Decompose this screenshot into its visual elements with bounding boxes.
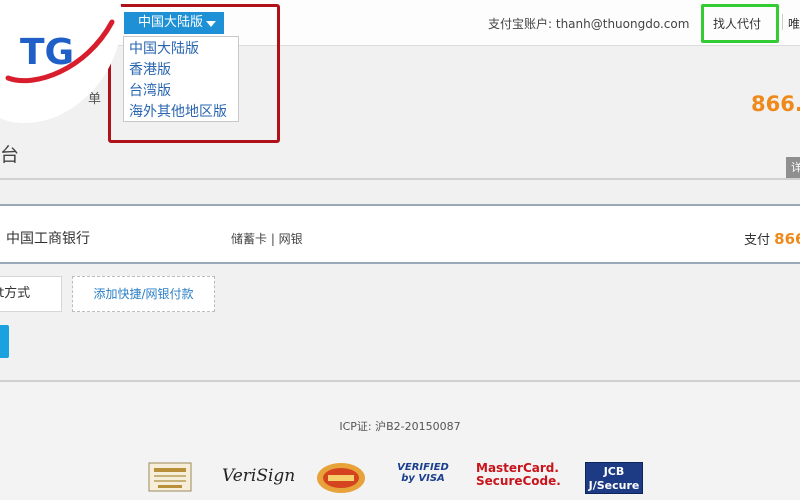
jcb-jsecure-logo: JCB J/Secure: [585, 462, 643, 494]
friend-pay-highlight: [701, 4, 779, 43]
tg-logo-icon: TG: [0, 0, 122, 123]
bank-card-type: 储蓄卡 | 网银: [231, 232, 303, 246]
pay-value: 866: [774, 230, 800, 248]
mastercard-securecode-logo: MasterCard. SecureCode.: [476, 461, 561, 488]
icp-license: ICP证: 沪B2-20150087: [339, 420, 461, 433]
other-method-button[interactable]: t方式: [0, 276, 62, 312]
add-payment-button[interactable]: 添加快捷/网银付款: [72, 276, 215, 312]
footer: ICP证: 沪B2-20150087 VeriSign VERIFIED by …: [0, 380, 800, 500]
order-detail-tab[interactable]: 详: [786, 157, 800, 179]
bank-name: 中国工商银行: [6, 231, 90, 247]
trust-seal-icon: [148, 462, 192, 492]
divider: [0, 178, 800, 180]
verisign-logo: VeriSign: [222, 466, 296, 486]
logo-text: TG: [20, 32, 74, 73]
account-info: 支付宝账户: thanh@thuongdo.com: [488, 15, 689, 32]
top-more-link[interactable]: 唯一: [788, 15, 800, 32]
cashier-title: 台: [0, 144, 20, 166]
verified-by-visa-logo: VERIFIED by VISA: [397, 462, 449, 484]
order-amount: 866.: [751, 92, 800, 116]
bank-pay-amount: 支付 866: [744, 229, 800, 248]
account-email[interactable]: thanh@thuongdo.com: [556, 17, 690, 31]
divider: [782, 14, 783, 30]
pay-label: 支付: [744, 233, 771, 248]
confirm-pay-button[interactable]: [0, 325, 9, 358]
bank-row[interactable]: 中国工商银行 储蓄卡 | 网银 支付 866: [0, 204, 800, 264]
cert-badge-icon: [317, 463, 365, 493]
account-label: 支付宝账户:: [488, 17, 553, 31]
